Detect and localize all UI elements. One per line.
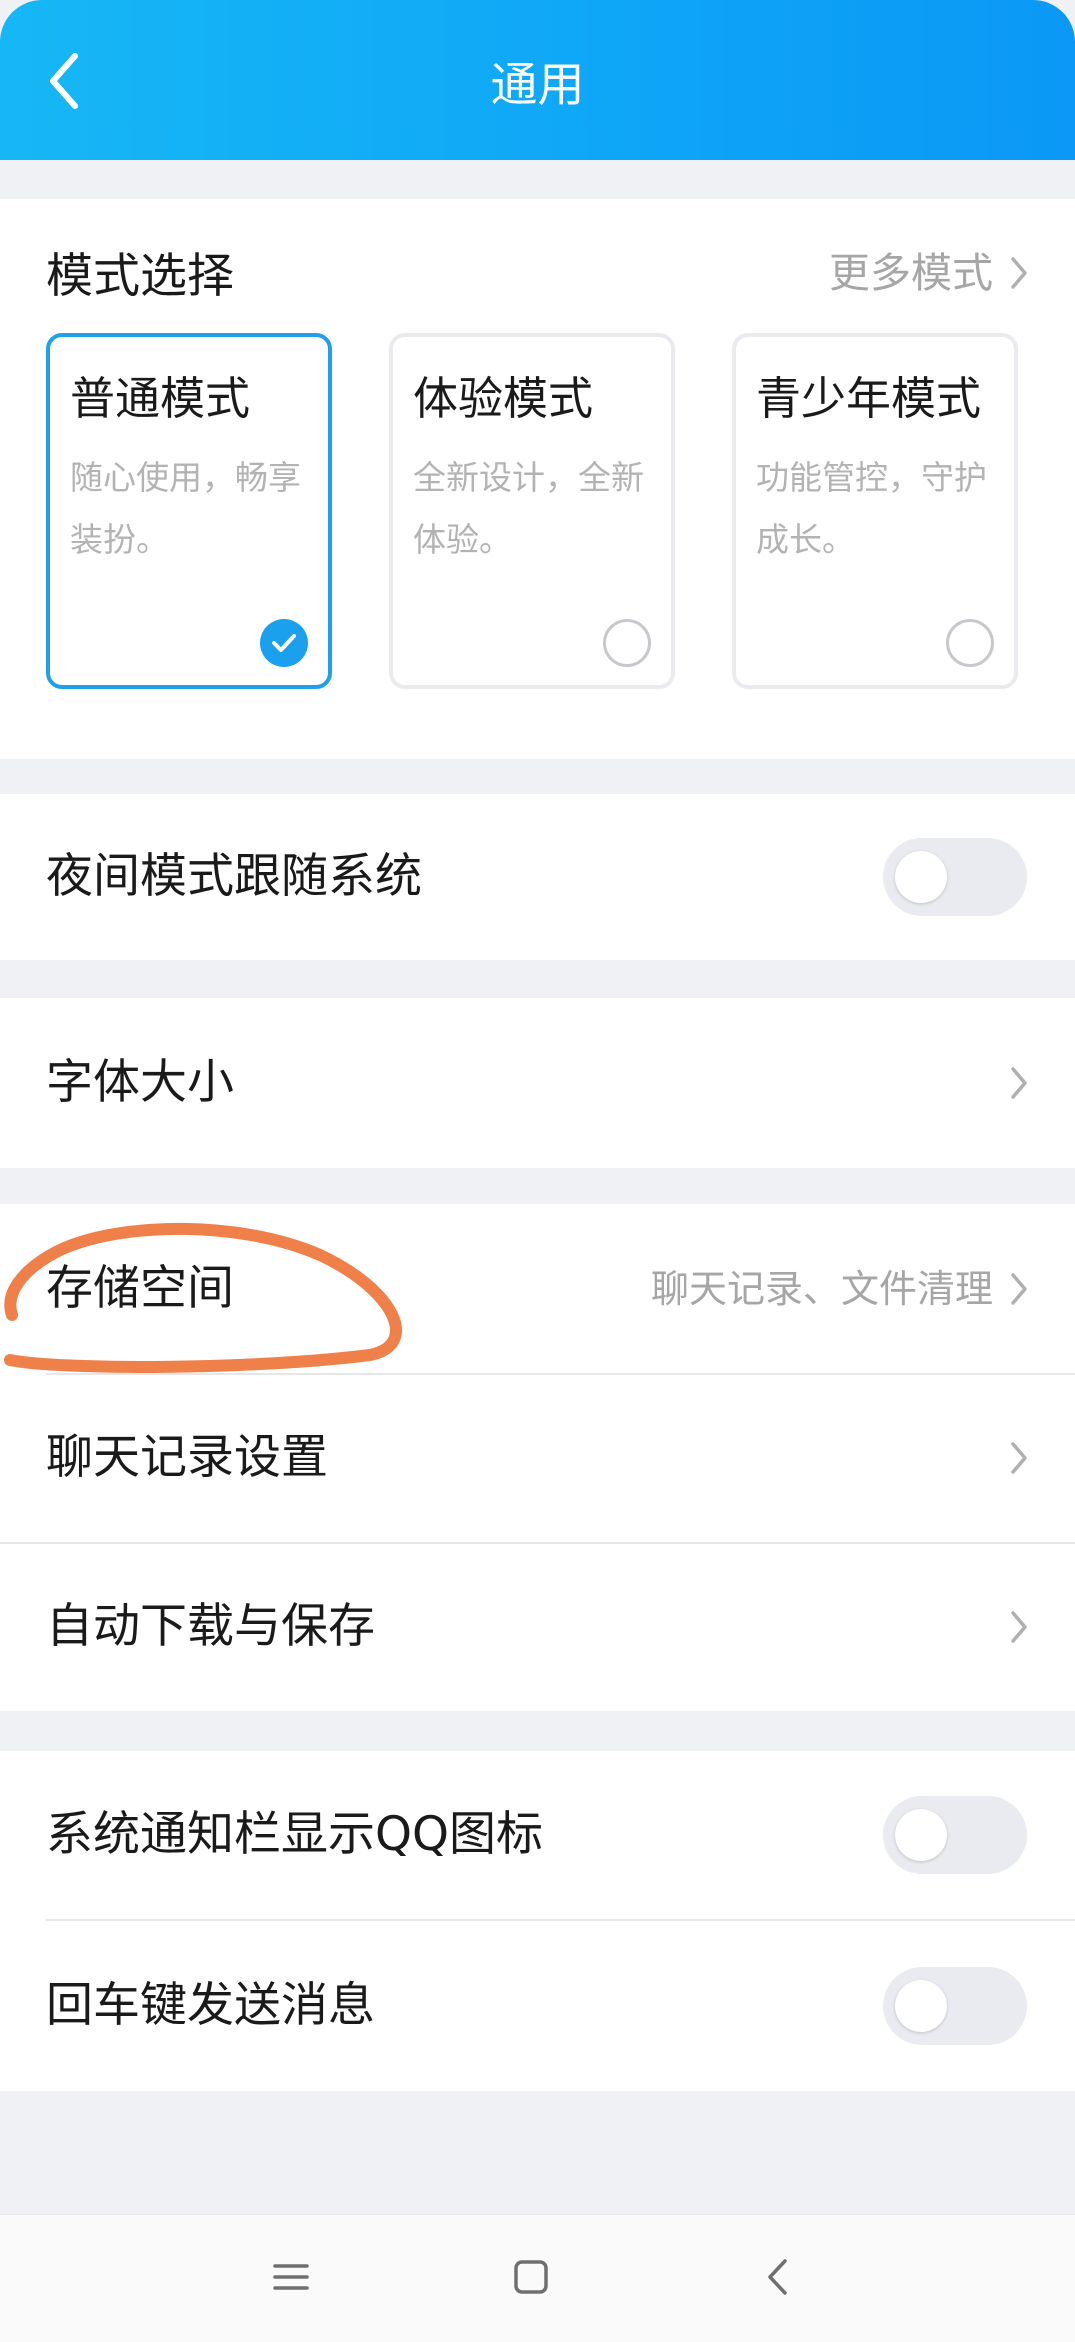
- home-square-icon: [514, 2260, 548, 2294]
- notification-section: 系统通知栏显示QQ图标 回车键发送消息: [0, 1751, 1075, 2091]
- chevron-right-icon: [1011, 257, 1027, 289]
- chevron-right-icon: [1011, 1611, 1027, 1643]
- toggle-knob: [895, 1980, 947, 2032]
- storage-subtitle: 聊天记录、文件清理: [650, 1266, 993, 1311]
- night-mode-label: 夜间模式跟随系统: [46, 849, 422, 904]
- chat-history-row[interactable]: 聊天记录设置: [0, 1374, 1075, 1542]
- storage-label: 存储空间: [46, 1260, 234, 1316]
- night-mode-row: 夜间模式跟随系统: [0, 794, 1075, 960]
- mode-description: 随心使用，畅享装扮。: [70, 458, 301, 559]
- mode-title: 体验模式: [413, 372, 594, 425]
- mode-selection-section: 模式选择 更多模式 普通模式 随心使用，畅享装扮。 体验模式 全新设计，全新体验…: [0, 199, 1075, 759]
- mode-card-normal[interactable]: 普通模式 随心使用，畅享装扮。: [46, 333, 332, 689]
- system-navigation-bar: [0, 2214, 1075, 2342]
- mode-card-teen[interactable]: 青少年模式 功能管控，守护成长。: [732, 333, 1018, 689]
- toggle-knob: [895, 851, 947, 903]
- chevron-right-icon: [1011, 1442, 1027, 1474]
- back-triangle-icon: [768, 2259, 787, 2295]
- night-mode-section: 夜间模式跟随系统: [0, 794, 1075, 960]
- mode-title: 青少年模式: [756, 372, 982, 425]
- recent-apps-button[interactable]: [256, 2245, 326, 2309]
- mode-description: 功能管控，守护成长。: [756, 458, 987, 559]
- storage-row[interactable]: 存储空间 聊天记录、文件清理: [0, 1204, 1075, 1373]
- notify-icon-label: 系统通知栏显示QQ图标: [46, 1807, 543, 1862]
- menu-icon: [273, 2264, 309, 2290]
- page-title: 通用: [490, 58, 585, 113]
- toggle-knob: [895, 1809, 947, 1861]
- mode-radio-checked[interactable]: [260, 619, 308, 667]
- enter-send-row: 回车键发送消息: [0, 1921, 1075, 2091]
- font-size-row[interactable]: 字体大小: [0, 998, 1075, 1168]
- font-size-section: 字体大小: [0, 998, 1075, 1168]
- storage-section: 存储空间 聊天记录、文件清理 聊天记录设置 自动下载与保存: [0, 1204, 1075, 1711]
- night-mode-toggle[interactable]: [883, 838, 1027, 916]
- home-button[interactable]: [496, 2245, 566, 2309]
- chevron-right-icon: [1011, 1067, 1027, 1099]
- enter-send-toggle[interactable]: [883, 1967, 1027, 2045]
- auto-download-row[interactable]: 自动下载与保存: [0, 1543, 1075, 1711]
- mode-radio[interactable]: [946, 619, 994, 667]
- top-app-bar: 通用: [0, 0, 1075, 160]
- enter-send-label: 回车键发送消息: [46, 1978, 375, 2033]
- chevron-right-icon: [1011, 1272, 1027, 1305]
- more-modes-link[interactable]: 更多模式: [829, 245, 1029, 301]
- mode-description: 全新设计，全新体验。: [413, 458, 644, 559]
- back-nav-button[interactable]: [742, 2245, 812, 2309]
- mode-card-experience[interactable]: 体验模式 全新设计，全新体验。: [389, 333, 675, 689]
- chat-history-label: 聊天记录设置: [46, 1430, 328, 1485]
- auto-download-label: 自动下载与保存: [46, 1599, 375, 1654]
- font-size-label: 字体大小: [46, 1055, 234, 1110]
- mode-radio[interactable]: [603, 619, 651, 667]
- mode-selection-label: 模式选择: [46, 249, 234, 304]
- more-modes-label: 更多模式: [829, 249, 993, 297]
- notify-icon-toggle[interactable]: [883, 1796, 1027, 1874]
- notify-icon-row: 系统通知栏显示QQ图标: [0, 1751, 1075, 1919]
- mode-title: 普通模式: [70, 372, 251, 425]
- checkmark-icon: [272, 634, 296, 652]
